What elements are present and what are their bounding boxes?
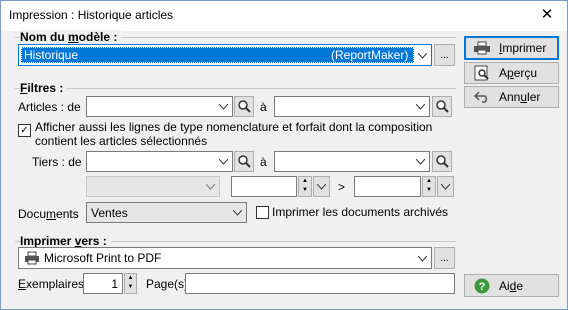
archives-label: Imprimer les documents archivés <box>272 205 449 219</box>
criteria-select[interactable] <box>86 176 220 197</box>
up-arrow-icon[interactable]: ▲ <box>423 177 435 186</box>
chevron-down-icon[interactable] <box>202 177 219 196</box>
printer-select[interactable]: Microsoft Print to PDF <box>18 247 432 269</box>
modele-more-button[interactable]: ... <box>434 44 455 66</box>
chevron-down-icon[interactable] <box>412 152 429 171</box>
chevron-down-icon[interactable] <box>215 97 232 116</box>
up-arrow-icon[interactable]: ▲ <box>125 274 136 283</box>
documents-value: Ventes <box>91 206 128 220</box>
range-to-spinner[interactable]: ▲ ▼ <box>422 176 436 197</box>
nomenclature-label-line1: Afficher aussi les lignes de type nomenc… <box>35 120 433 134</box>
apercu-button[interactable]: Aperçu <box>464 62 559 84</box>
chevron-down-icon[interactable] <box>229 203 246 222</box>
nomenclature-checkbox[interactable]: ✓ <box>18 124 31 137</box>
tiers-a-label: à <box>260 155 267 169</box>
aide-label: Aide <box>499 278 524 293</box>
exemplaires-input[interactable]: 1 <box>83 273 123 294</box>
apercu-label: Aperçu <box>499 66 538 80</box>
title-bar: Impression : Historique articles ✕ <box>1 1 567 31</box>
article-to-select[interactable] <box>274 96 430 117</box>
tiers-to-search-button[interactable] <box>432 151 452 172</box>
annuler-button[interactable]: Annuler <box>464 86 559 108</box>
filtres-group-title: Filtres : <box>20 81 68 95</box>
documents-select[interactable]: Ventes <box>86 202 247 223</box>
chevron-down-icon[interactable] <box>215 152 232 171</box>
search-icon <box>237 155 251 168</box>
nomenclature-label-line2: contient les articles sélectionnés <box>35 134 208 148</box>
printer-name: Microsoft Print to PDF <box>44 251 162 265</box>
article-a-label: à <box>260 100 267 114</box>
printer-icon <box>473 40 491 56</box>
down-arrow-icon[interactable]: ▼ <box>299 186 311 195</box>
range-from-spinner[interactable]: ▲ ▼ <box>298 176 312 197</box>
undo-arrow-icon <box>473 89 491 105</box>
help-icon: ? <box>473 278 491 294</box>
article-from-search-button[interactable] <box>234 96 254 117</box>
down-arrow-icon[interactable]: ▼ <box>423 186 435 195</box>
print-dialog: Impression : Historique articles ✕ Nom d… <box>0 0 568 310</box>
printer-more-button[interactable]: ... <box>434 247 455 269</box>
article-from-select[interactable] <box>86 96 233 117</box>
preview-icon <box>473 65 491 81</box>
imprimer-vers-group-title: Imprimer vers : <box>20 234 111 248</box>
search-icon <box>435 155 449 168</box>
modele-group-title: Nom du modèle : <box>20 30 122 44</box>
range-to-dropdown-button[interactable] <box>437 176 454 197</box>
chevron-down-icon[interactable] <box>412 97 429 116</box>
modele-select[interactable]: Historique (ReportMaker) <box>18 44 432 66</box>
pages-label: Page(s) <box>146 277 189 291</box>
tiers-label: Tiers : de <box>32 155 82 169</box>
tiers-from-select[interactable] <box>86 151 233 172</box>
annuler-label: Annuler <box>499 90 541 104</box>
modele-value: Historique <box>24 48 79 62</box>
chevron-down-icon[interactable] <box>414 249 431 268</box>
up-arrow-icon[interactable]: ▲ <box>299 177 311 186</box>
range-to-input[interactable] <box>354 176 421 197</box>
imprimer-label: Imprimer <box>499 41 547 55</box>
window-title: Impression : Historique articles <box>9 8 174 22</box>
range-from-dropdown-button[interactable] <box>313 176 330 197</box>
tiers-to-select[interactable] <box>274 151 430 172</box>
printer-icon <box>25 251 39 265</box>
down-arrow-icon[interactable]: ▼ <box>125 283 136 292</box>
exemplaires-label: Exemplaires <box>18 277 85 291</box>
chevron-down-icon <box>441 183 450 190</box>
greater-than-label: > <box>338 180 346 194</box>
svg-text:?: ? <box>479 281 486 293</box>
search-icon <box>435 100 449 113</box>
articles-label: Articles : de <box>18 100 81 114</box>
chevron-down-icon[interactable] <box>414 46 431 65</box>
aide-button[interactable]: ? Aide <box>464 274 559 297</box>
pages-input[interactable] <box>185 273 455 294</box>
range-from-input[interactable] <box>231 176 297 197</box>
documents-label: Documents <box>18 207 79 221</box>
tiers-from-search-button[interactable] <box>234 151 254 172</box>
search-icon <box>237 100 251 113</box>
exemplaires-value: 1 <box>111 277 118 291</box>
filtres-group-line <box>15 88 456 89</box>
modele-source: (ReportMaker) <box>331 48 409 62</box>
close-icon[interactable]: ✕ <box>537 5 557 25</box>
check-icon: ✓ <box>20 125 29 136</box>
article-to-search-button[interactable] <box>432 96 452 117</box>
exemplaires-spinner[interactable]: ▲ ▼ <box>124 273 137 294</box>
imprimer-button[interactable]: Imprimer <box>464 36 559 60</box>
chevron-down-icon <box>317 183 326 190</box>
archives-checkbox[interactable] <box>256 206 269 219</box>
